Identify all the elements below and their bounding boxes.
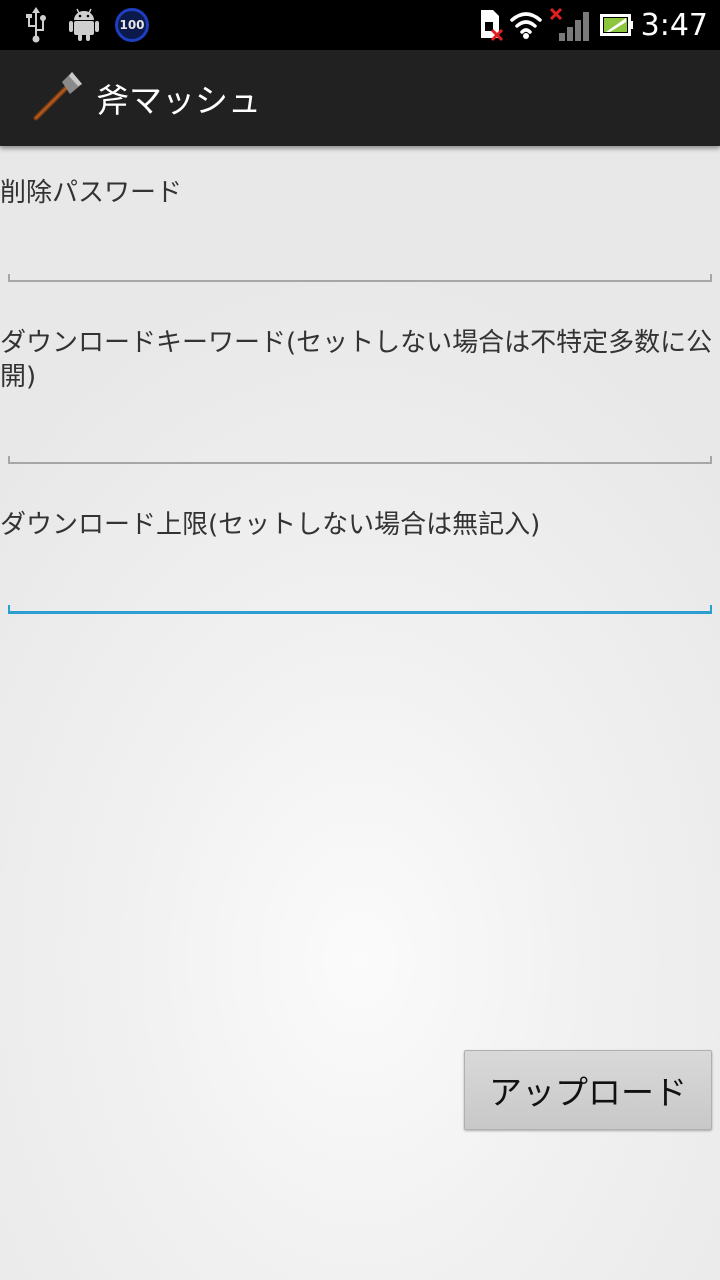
- field-edge-right: [710, 605, 712, 614]
- action-bar: 斧マッシュ: [0, 50, 720, 146]
- battery-charging-icon: [598, 0, 636, 50]
- delete-password-label: 削除パスワード: [0, 178, 183, 208]
- field-edge-right: [710, 274, 712, 282]
- download-keyword-field-wrap: [8, 404, 712, 464]
- delete-password-input[interactable]: [8, 222, 712, 282]
- download-keyword-label: ダウンロードキーワード(セットしない場合は不特定多数に公開): [0, 328, 713, 392]
- status-bar: 100 3:47: [0, 0, 720, 50]
- signal-no-data-icon: [548, 0, 590, 50]
- download-limit-field-wrap: [8, 554, 712, 614]
- download-limit-input[interactable]: [8, 554, 712, 614]
- usb-icon: [22, 0, 50, 50]
- download-keyword-input[interactable]: [8, 404, 712, 464]
- wifi-icon: [508, 0, 544, 50]
- upload-button[interactable]: アップロード: [464, 1050, 712, 1130]
- status-clock: 3:47: [640, 7, 708, 43]
- app-title: 斧マッシュ: [96, 81, 261, 120]
- download-limit-label: ダウンロード上限(セットしない場合は無記入): [0, 510, 541, 540]
- axe-icon[interactable]: [28, 72, 84, 128]
- field-edge-left: [8, 456, 10, 464]
- sim-error-icon: [476, 0, 506, 50]
- delete-password-field-wrap: [8, 222, 712, 282]
- badge-100-icon: 100: [112, 0, 152, 50]
- field-edge-left: [8, 274, 10, 282]
- field-edge-left: [8, 605, 10, 614]
- android-debug-icon: [66, 0, 102, 50]
- badge-text: 100: [115, 8, 149, 42]
- field-edge-right: [710, 456, 712, 464]
